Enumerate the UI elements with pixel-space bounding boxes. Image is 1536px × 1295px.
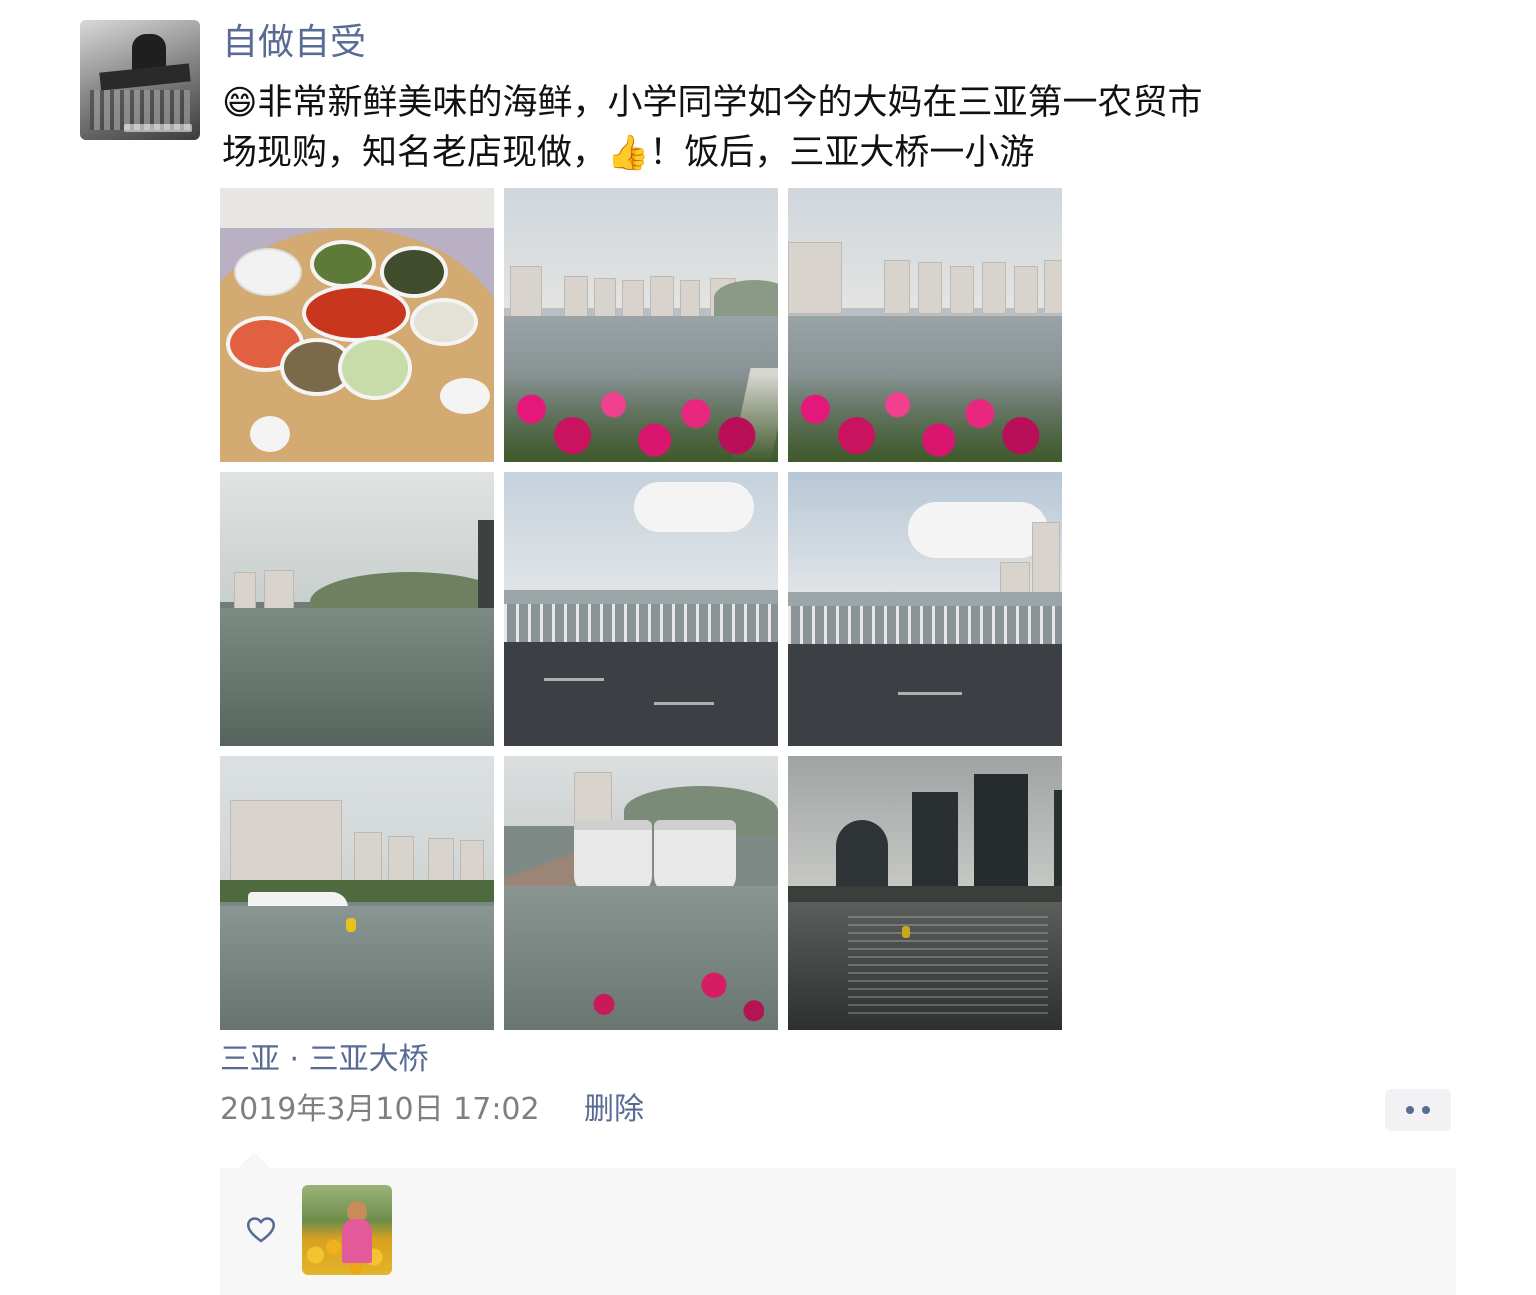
post-timestamp: 2019年3月10日 17:02 <box>220 1092 540 1127</box>
photo-bay-hills[interactable] <box>220 472 494 746</box>
liker-avatar[interactable] <box>302 1185 392 1275</box>
photo-grid <box>220 188 1062 1030</box>
heart-outline-icon <box>246 1217 276 1243</box>
post-text-segment-1: 非常新鲜美味的海鲜，小学同学如今的大妈在三亚第一农贸市 <box>257 83 1203 123</box>
photo-bridge-road-1[interactable] <box>504 472 778 746</box>
likes-panel <box>220 1168 1456 1295</box>
avatar-figure-arm <box>99 63 191 91</box>
photo-bridge-road-2[interactable] <box>788 472 1062 746</box>
location-link[interactable]: 三亚 · 三亚大桥 <box>220 1038 429 1082</box>
post-text: 😄非常新鲜美味的海鲜，小学同学如今的大妈在三亚第一农贸市 场现购，知名老店现做，… <box>222 78 1402 178</box>
grinning-face-icon: 😄 <box>222 83 258 123</box>
photo-evening-towers[interactable] <box>788 756 1062 1030</box>
more-dot-icon <box>1406 1106 1414 1114</box>
liker-avatar-body <box>342 1219 372 1263</box>
post-text-line-1: 😄非常新鲜美味的海鲜，小学同学如今的大妈在三亚第一农贸市 <box>222 78 1402 128</box>
more-dot-icon <box>1422 1106 1430 1114</box>
photo-docked-catamarans[interactable] <box>504 756 778 1030</box>
post-text-segment-3: ！饭后，三亚大桥一小游 <box>649 133 1035 173</box>
photo-seafood-dinner[interactable] <box>220 188 494 462</box>
thumbs-up-icon: 👍 <box>607 133 650 173</box>
photo-harbor-flowers-1[interactable] <box>504 188 778 462</box>
post-text-segment-2: 场现购，知名老店现做， <box>222 133 608 173</box>
delete-button[interactable]: 删除 <box>584 1088 644 1132</box>
post-text-line-2: 场现购，知名老店现做，👍！饭后，三亚大桥一小游 <box>222 128 1402 178</box>
likes-panel-caret <box>238 1152 270 1168</box>
more-actions-button[interactable] <box>1385 1089 1451 1131</box>
photo-harbor-flowers-2[interactable] <box>788 188 1062 462</box>
bougainvillea <box>788 374 1062 462</box>
author-name[interactable]: 自做自受 <box>222 18 366 68</box>
photo-bay-ferry[interactable] <box>220 756 494 1030</box>
author-avatar[interactable] <box>80 20 200 140</box>
bougainvillea <box>504 374 778 462</box>
avatar-caption-mark <box>124 124 192 132</box>
